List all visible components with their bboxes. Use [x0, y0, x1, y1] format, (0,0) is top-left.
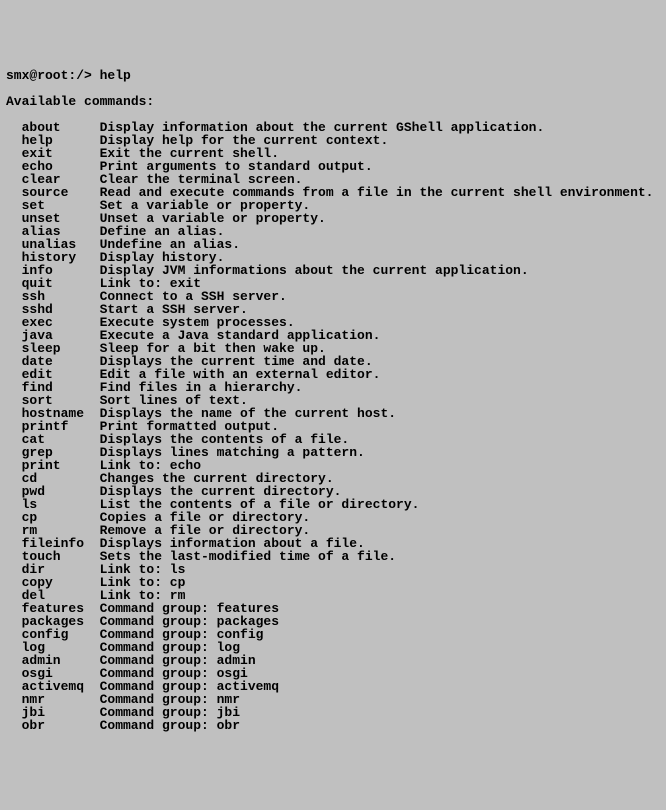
indent	[6, 719, 22, 732]
indent	[6, 680, 22, 693]
commands-list: aboutDisplay information about the curre…	[6, 121, 660, 732]
command-name: osgi	[22, 667, 100, 680]
indent	[6, 693, 22, 706]
indent	[6, 628, 22, 641]
available-commands-header: Available commands:	[6, 95, 660, 108]
terminal-output: smx@root:/> help Available commands: abo…	[6, 56, 660, 745]
indent	[6, 602, 22, 615]
command-name: admin	[22, 654, 100, 667]
command-row: obrCommand group: obr	[6, 719, 660, 732]
indent	[6, 654, 22, 667]
command-name: jbi	[22, 706, 100, 719]
indent	[6, 667, 22, 680]
command-name: features	[22, 602, 100, 615]
shell-prompt-line[interactable]: smx@root:/> help	[6, 69, 660, 82]
command-name: packages	[22, 615, 100, 628]
command-name: log	[22, 641, 100, 654]
indent	[6, 641, 22, 654]
indent	[6, 706, 22, 719]
command-description: Command group: obr	[100, 718, 240, 733]
command-name: activemq	[22, 680, 100, 693]
command-name: config	[22, 628, 100, 641]
command-name: nmr	[22, 693, 100, 706]
command-name: obr	[22, 719, 100, 732]
indent	[6, 615, 22, 628]
